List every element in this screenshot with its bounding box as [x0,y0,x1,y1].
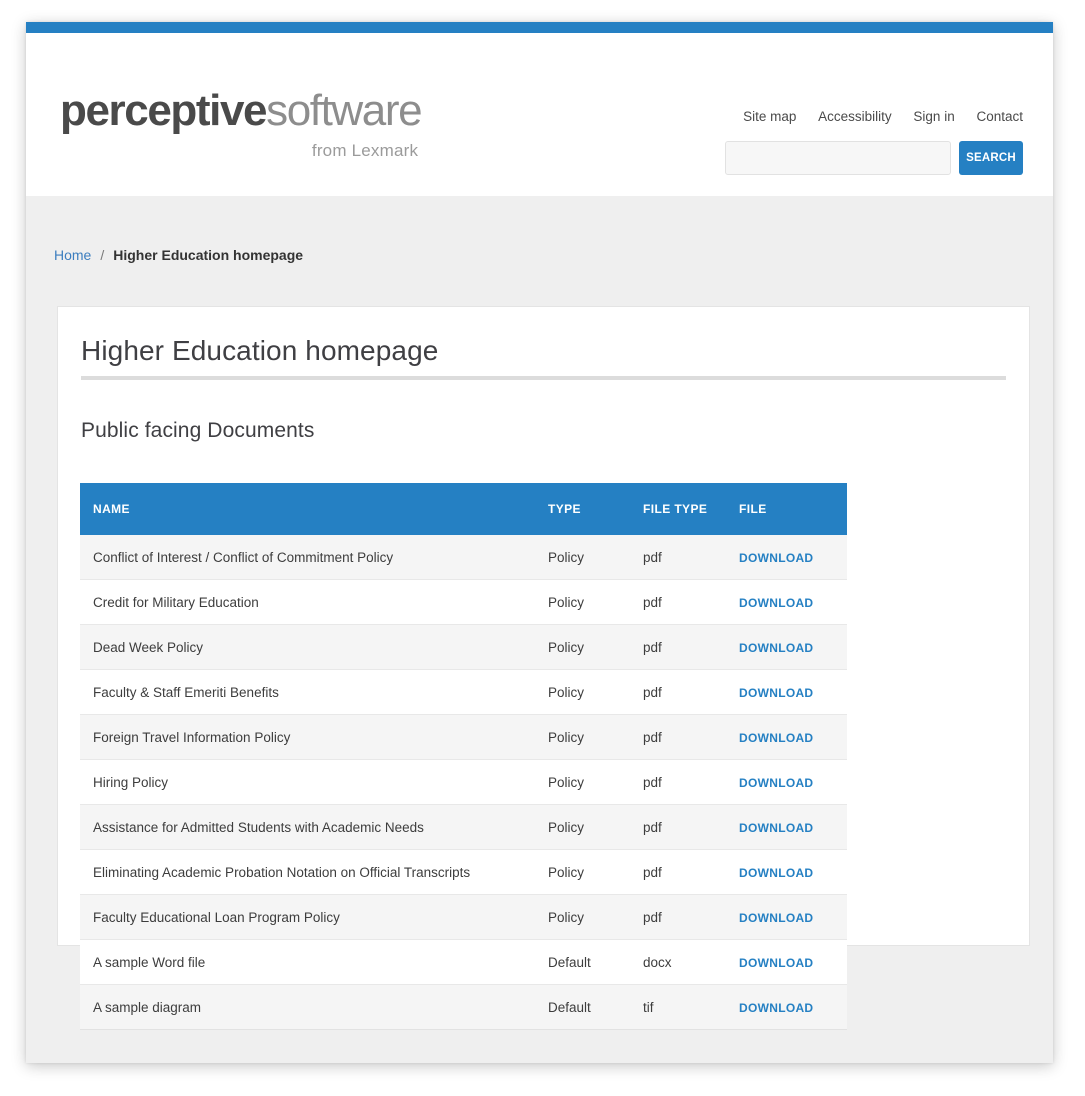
cell-file-type: pdf [643,669,739,715]
documents-table: NAME TYPE FILE TYPE FILE Conflict of Int… [80,483,847,1030]
cell-file-type: pdf [643,849,739,895]
download-link[interactable]: DOWNLOAD [739,641,813,655]
cell-file-action: DOWNLOAD [739,624,847,670]
download-link[interactable]: DOWNLOAD [739,776,813,790]
column-header-name[interactable]: NAME [80,483,548,535]
logo-wordmark: perceptivesoftware [60,86,423,135]
table-row: Hiring Policy Policy pdf DOWNLOAD [80,759,847,805]
site-header: perceptivesoftware from Lexmark Site map… [26,33,1053,196]
cell-file-type: pdf [643,714,739,760]
cell-file-type: pdf [643,624,739,670]
table-row: Conflict of Interest / Conflict of Commi… [80,535,847,580]
logo-bold-text: perceptive [60,86,268,135]
cell-document-type: Policy [548,579,643,625]
cell-file-type: pdf [643,535,739,580]
download-link[interactable]: DOWNLOAD [739,686,813,700]
cell-file-action: DOWNLOAD [739,579,847,625]
table-row: Assistance for Admitted Students with Ac… [80,804,847,850]
breadcrumb: Home / Higher Education homepage [54,247,303,263]
logo-tagline: from Lexmark [311,141,419,160]
cell-document-name: Conflict of Interest / Conflict of Commi… [80,535,548,580]
documents-table-body: Conflict of Interest / Conflict of Commi… [80,535,847,1030]
logo-light-text: software [266,86,422,135]
table-header-row: NAME TYPE FILE TYPE FILE [80,483,847,535]
column-header-file[interactable]: FILE [739,483,847,535]
table-row: Eliminating Academic Probation Notation … [80,849,847,895]
cell-file-action: DOWNLOAD [739,849,847,895]
nav-link-contact[interactable]: Contact [976,109,1023,124]
table-row: Faculty Educational Loan Program Policy P… [80,894,847,940]
table-row: Dead Week Policy Policy pdf DOWNLOAD [80,624,847,670]
breadcrumb-separator: / [100,247,105,263]
download-link[interactable]: DOWNLOAD [739,596,813,610]
table-row: Foreign Travel Information Policy Policy p… [80,714,847,760]
cell-file-type: tif [643,984,739,1030]
download-link[interactable]: DOWNLOAD [739,1001,813,1015]
download-link[interactable]: DOWNLOAD [739,821,813,835]
content-area: Home / Higher Education homepage Higher Ed… [26,196,1053,1063]
table-row: A sample Word file Default docx DOWNLOAD [80,939,847,985]
table-row: A sample diagram Default tif DOWNLOAD [80,984,847,1030]
cell-file-action: DOWNLOAD [739,669,847,715]
cell-document-type: Default [548,984,643,1030]
cell-document-name: A sample diagram [80,984,548,1030]
cell-document-type: Policy [548,894,643,940]
nav-link-accessibility[interactable]: Accessibility [818,109,892,124]
cell-file-type: pdf [643,759,739,805]
main-content-card: Higher Education homepage Public facing … [57,306,1030,1030]
page-title: Higher Education homepage [81,335,439,366]
cell-file-action: DOWNLOAD [739,984,847,1030]
section-heading: Public facing Documents [81,419,315,442]
cell-file-action: DOWNLOAD [739,804,847,850]
breadcrumb-current: Higher Education homepage [113,247,304,263]
cell-file-type: pdf [643,579,739,625]
cell-document-name: Faculty Educational Loan Program Policy [80,894,548,940]
cell-document-type: Policy [548,714,643,760]
download-link[interactable]: DOWNLOAD [739,866,813,880]
cell-file-action: DOWNLOAD [739,759,847,805]
utility-nav: Site map Accessibility Sign in Contact [743,109,1023,124]
browser-page-frame: perceptivesoftware from Lexmark Site map… [26,22,1053,1063]
download-link[interactable]: DOWNLOAD [739,551,813,565]
column-header-type[interactable]: TYPE [548,483,643,535]
cell-file-action: DOWNLOAD [739,894,847,940]
cell-file-action: DOWNLOAD [739,939,847,985]
documents-table-head: NAME TYPE FILE TYPE FILE [80,483,847,535]
table-row: Credit for Military Education Policy pdf DO… [80,579,847,625]
cell-document-type: Policy [548,535,643,580]
download-link[interactable]: DOWNLOAD [739,911,813,925]
cell-document-type: Policy [548,849,643,895]
cell-file-action: DOWNLOAD [739,535,847,580]
cell-document-type: Policy [548,624,643,670]
table-row: Faculty & Staff Emeriti Benefits Policy pd… [80,669,847,715]
cell-file-type: pdf [643,804,739,850]
search-input[interactable] [725,141,951,175]
search-button[interactable]: SEARCH [959,141,1023,175]
cell-document-name: Dead Week Policy [80,624,548,670]
cell-file-action: DOWNLOAD [739,714,847,760]
cell-document-name: Eliminating Academic Probation Notation … [80,849,548,895]
breadcrumb-link-home[interactable]: Home [54,247,91,263]
cell-document-name: A sample Word file [80,939,548,985]
download-link[interactable]: DOWNLOAD [739,731,813,745]
cell-document-name: Hiring Policy [80,759,548,805]
cell-file-type: pdf [643,894,739,940]
nav-link-site-map[interactable]: Site map [743,109,796,124]
cell-file-type: docx [643,939,739,985]
nav-link-sign-in[interactable]: Sign in [913,109,954,124]
cell-document-type: Policy [548,804,643,850]
search-form: SEARCH [725,141,1023,175]
perceptive-software-logo[interactable]: perceptivesoftware from Lexmark [60,86,423,160]
cell-document-name: Credit for Military Education [80,579,548,625]
cell-document-name: Assistance for Admitted Students with Ac… [80,804,548,850]
download-link[interactable]: DOWNLOAD [739,956,813,970]
column-header-file-type[interactable]: FILE TYPE [643,483,739,535]
cell-document-name: Foreign Travel Information Policy [80,714,548,760]
top-accent-bar [26,22,1053,33]
cell-document-type: Policy [548,759,643,805]
cell-document-name: Faculty & Staff Emeriti Benefits [80,669,548,715]
cell-document-type: Policy [548,669,643,715]
title-divider [81,376,1006,380]
cell-document-type: Default [548,939,643,985]
